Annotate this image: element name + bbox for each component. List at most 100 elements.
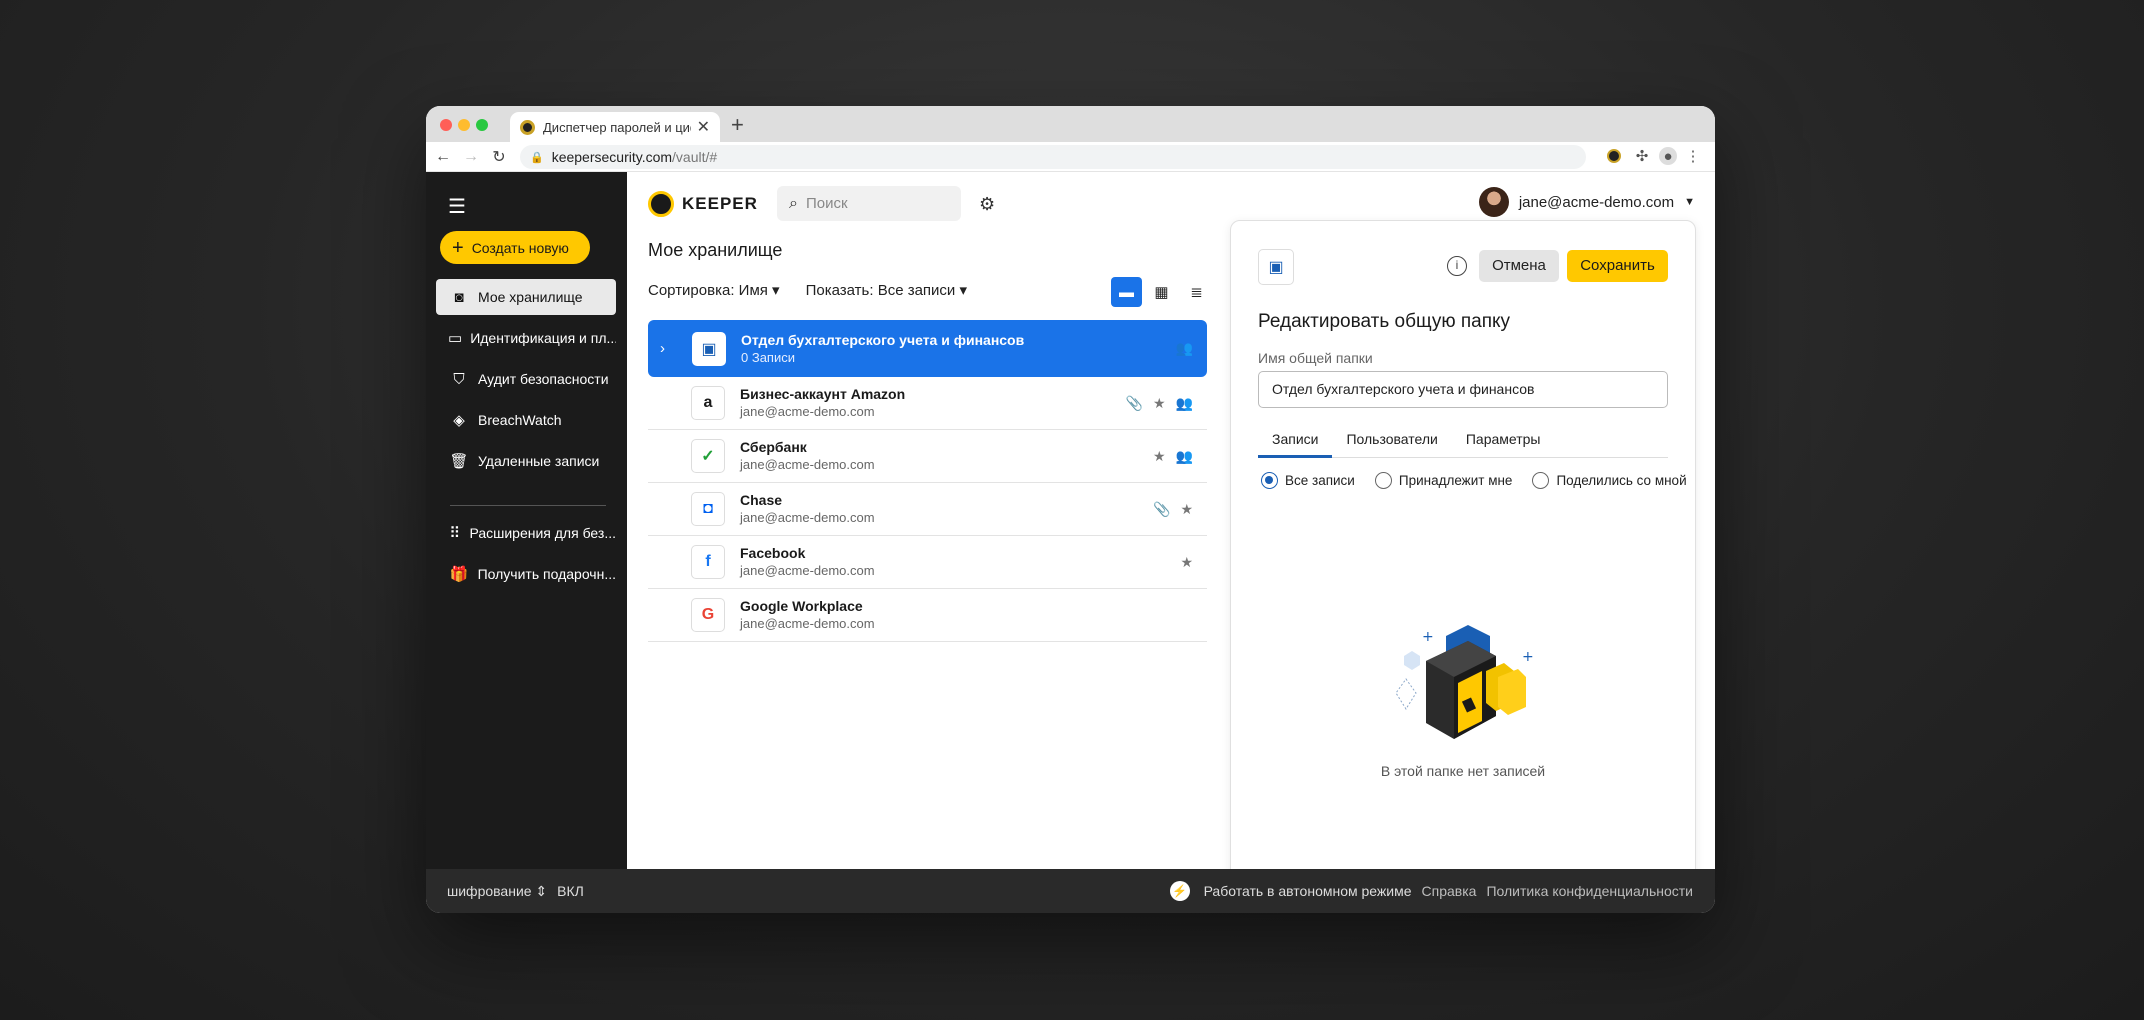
create-new-label: Создать новую [471, 239, 569, 256]
gift-icon: 🎁 [449, 566, 469, 583]
star-icon[interactable]: ★ [1180, 501, 1193, 518]
shared-users-icon: 👥 [1175, 447, 1193, 464]
info-icon[interactable]: i [1447, 256, 1467, 276]
record-title: Facebook [740, 545, 806, 561]
keeper-logo[interactable]: KEEPER [648, 191, 758, 217]
puzzle-extensions-icon[interactable]: ✣ [1633, 147, 1651, 165]
sidebar-item-gift[interactable]: 🎁 Получить подарочн... [436, 556, 616, 592]
search-placeholder: Поиск [805, 195, 848, 212]
list-item[interactable]: G Google Workplace jane@acme-demo.com [648, 589, 1207, 642]
radio-shared-with-me[interactable]: Поделились со мной [1532, 472, 1687, 489]
save-button[interactable]: Сохранить [1567, 250, 1668, 282]
shared-folder-icon: ▣ [1258, 249, 1294, 285]
view-toggle: ▬ ▦ ≣ [1111, 277, 1212, 307]
sidebar-item-my-vault[interactable]: ◙ Мое хранилище [436, 279, 616, 315]
attachment-icon: 📎 [1153, 500, 1171, 517]
encryption-toggle[interactable]: шифрование ⇕ [447, 883, 547, 900]
list-item[interactable]: f Facebook jane@acme-demo.com ★ [648, 536, 1207, 589]
footer-bar: шифрование ⇕ ВКЛ ⚡ Работать в автономном… [426, 869, 1715, 913]
filter-sliders-icon[interactable]: ⚙ [979, 194, 995, 215]
keeper-favicon-icon [520, 119, 535, 135]
help-link[interactable]: Справка [1422, 883, 1477, 899]
hamburger-menu-icon[interactable]: ☰ [448, 194, 466, 219]
star-icon[interactable]: ★ [1153, 448, 1166, 465]
minimize-window-button[interactable] [458, 119, 470, 131]
lightning-icon: ⚡ [1169, 881, 1190, 901]
sidebar-item-label: Расширения для без... [469, 525, 616, 541]
forward-arrow-icon[interactable]: → [460, 148, 482, 166]
list-item[interactable]: ◘ Chase jane@acme-demo.com 📎 ★ [648, 483, 1207, 536]
lock-icon: 🔒 [530, 151, 544, 164]
star-icon[interactable]: ★ [1153, 395, 1166, 412]
amazon-logo-icon: a [691, 386, 725, 420]
radio-all-records[interactable]: Все записи [1261, 472, 1355, 489]
chevron-down-icon: ▼ [1684, 196, 1695, 208]
url-host: keepersecurity.com [551, 149, 673, 165]
record-subtitle: jane@acme-demo.com [740, 510, 875, 525]
radio-owned-by-me[interactable]: Принадлежит мне [1374, 472, 1512, 489]
keeper-logo-icon [648, 191, 674, 217]
records-list: › ▣ Отдел бухгалтерского учета и финансо… [648, 320, 1207, 642]
reload-icon[interactable]: ↻ [488, 147, 510, 167]
record-subtitle: 0 Записи [741, 349, 795, 365]
sidebar-item-security-audit[interactable]: ⛉ Аудит безопасности [436, 361, 616, 397]
chevron-right-icon[interactable]: › [660, 340, 684, 357]
list-item[interactable]: ✓ Сбербанк jane@acme-demo.com ★ 👥 [648, 430, 1207, 483]
attachment-icon: 📎 [1125, 394, 1143, 411]
browser-window: Диспетчер паролей и циф ✕ + ← → ↻ 🔒 keep… [426, 106, 1715, 913]
sort-dropdown[interactable]: Сортировка: Имя ▾ [648, 281, 780, 299]
tab-settings[interactable]: Параметры [1452, 421, 1555, 457]
trash-icon: 🗑 [449, 453, 469, 470]
list-item[interactable]: a Бизнес-аккаунт Amazon jane@acme-demo.c… [648, 377, 1207, 430]
record-title: Бизнес-аккаунт Amazon [740, 386, 906, 402]
back-arrow-icon[interactable]: ← [432, 148, 454, 166]
empty-state-text: В этой папке нет записей [1380, 763, 1546, 779]
record-title: Google Workplace [740, 598, 863, 614]
search-input[interactable]: ⌕ Поиск [777, 186, 961, 221]
empty-vault-illustration-icon: + + [1395, 625, 1534, 739]
main-area: KEEPER ⌕ Поиск ⚙ jane@acme-demo.com ▼ Мо… [627, 172, 1715, 900]
tab-strip: Диспетчер паролей и циф ✕ + [426, 106, 1715, 142]
google-logo-icon: G [691, 598, 725, 632]
sidebar-item-deleted-records[interactable]: 🗑 Удаленные записи [436, 443, 616, 479]
chase-logo-icon: ◘ [691, 492, 725, 526]
sidebar-item-label: Идентификация и пл... [470, 330, 616, 346]
sidebar: ☰ + Создать новую ◙ Мое хранилище ▭ Иден… [426, 172, 627, 869]
star-icon[interactable]: ★ [1180, 554, 1193, 571]
offline-mode-link[interactable]: Работать в автономном режиме [1204, 883, 1412, 899]
vault-icon: ◙ [454, 288, 464, 306]
sidebar-item-extensions[interactable]: ⠿ Расширения для без... [436, 515, 616, 551]
folder-name-label: Имя общей папки [1258, 350, 1373, 366]
tab-users[interactable]: Пользователи [1332, 421, 1451, 457]
encryption-state: ВКЛ [557, 882, 584, 899]
list-view-icon[interactable]: ≣ [1181, 277, 1212, 307]
sidebar-item-identity-payments[interactable]: ▭ Идентификация и пл... [436, 320, 616, 356]
sidebar-item-label: BreachWatch [478, 412, 562, 428]
maximize-window-button[interactable] [476, 119, 488, 131]
edit-shared-folder-panel: ▣ i Отмена Сохранить Редактировать общую… [1230, 220, 1696, 900]
grid-view-icon[interactable]: ▦ [1146, 277, 1177, 307]
record-title: Отдел бухгалтерского учета и финансов [741, 331, 1025, 348]
list-item[interactable]: › ▣ Отдел бухгалтерского учета и финансо… [648, 320, 1207, 377]
browser-tab[interactable]: Диспетчер паролей и циф ✕ [510, 112, 720, 142]
kebab-menu-icon[interactable]: ⋮ [1684, 147, 1702, 165]
show-filter-dropdown[interactable]: Показать: Все записи ▾ [806, 281, 967, 299]
folder-name-field[interactable]: Отдел бухгалтерского учета и финансов [1258, 371, 1668, 408]
avatar [1478, 187, 1509, 217]
privacy-policy-link[interactable]: Политика конфиденциальности [1486, 883, 1693, 899]
close-window-button[interactable] [440, 119, 452, 131]
create-new-button[interactable]: + Создать новую [440, 231, 590, 264]
user-menu[interactable]: jane@acme-demo.com ▼ [1478, 187, 1695, 217]
keeper-extension-icon[interactable] [1605, 147, 1623, 165]
sidebar-item-label: Получить подарочн... [477, 566, 616, 582]
sidebar-item-breachwatch[interactable]: ◈ BreachWatch [436, 402, 616, 438]
close-tab-icon[interactable]: ✕ [697, 117, 710, 137]
profile-icon[interactable]: ● [1659, 147, 1677, 165]
record-subtitle: jane@acme-demo.com [740, 457, 875, 472]
address-bar[interactable]: 🔒 keepersecurity.com/vault/# [520, 145, 1586, 169]
panel-tabs: Записи Пользователи Параметры [1258, 421, 1668, 458]
cancel-button[interactable]: Отмена [1479, 250, 1559, 282]
folder-view-icon[interactable]: ▬ [1111, 277, 1142, 307]
new-tab-icon[interactable]: + [731, 112, 744, 138]
tab-records[interactable]: Записи [1258, 421, 1333, 458]
